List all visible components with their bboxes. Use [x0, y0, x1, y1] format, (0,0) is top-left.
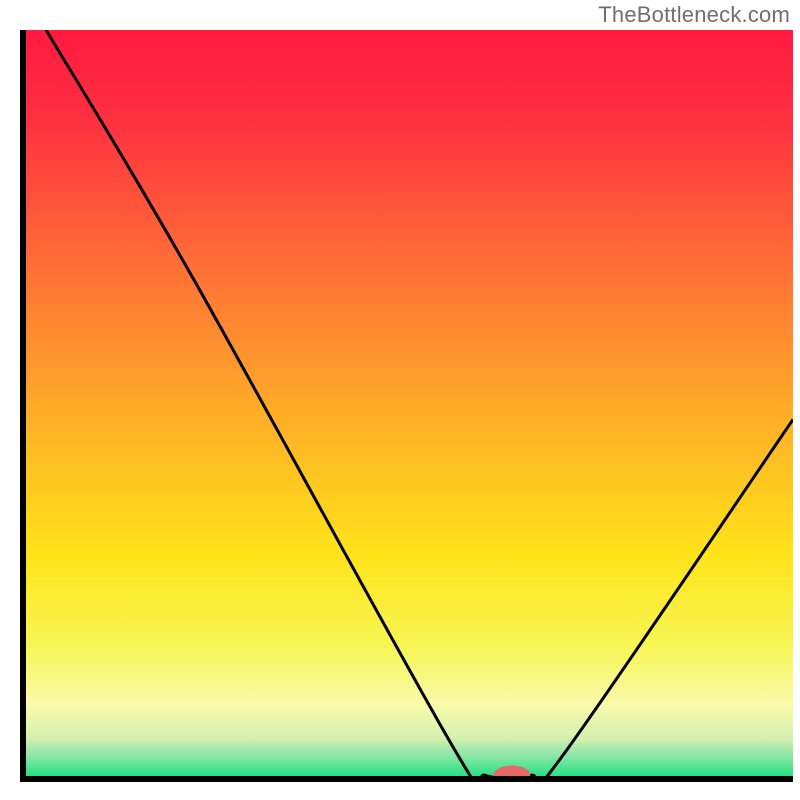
chart-stage: TheBottleneck.com: [0, 0, 800, 800]
attribution-text: TheBottleneck.com: [598, 2, 790, 28]
bottleneck-chart: [0, 0, 800, 800]
optimal-point-marker: [493, 766, 530, 785]
